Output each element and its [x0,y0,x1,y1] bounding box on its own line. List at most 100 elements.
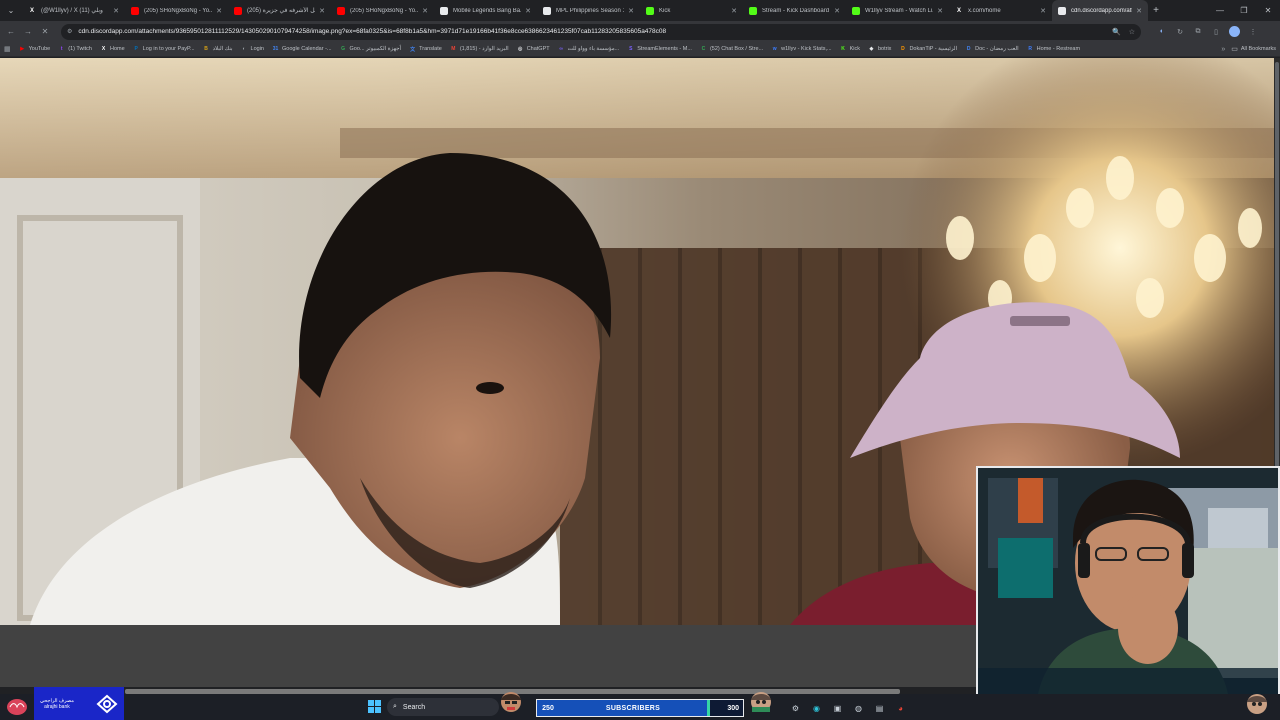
zoom-icon[interactable]: 🔍 [1112,28,1121,36]
app-icon[interactable]: ⚙ [785,699,806,717]
bookmark-item[interactable]: D DokanTiP - الرئيسية [899,46,957,53]
back-icon[interactable]: ← [4,25,18,39]
bookmark-item[interactable]: w w1llyv - Kick Stats,... [771,46,832,53]
bookmark-item[interactable]: t (1) Twitch [58,46,92,53]
webcam-overlay [976,466,1280,696]
bookmark-item[interactable]: C (52) Chat Box / Stre... [700,46,764,53]
maximize-icon[interactable]: ❐ [1232,0,1256,21]
menu-icon[interactable]: ⋮ [1244,25,1262,39]
bookmark-item[interactable]: ◆ botrix [868,46,892,53]
bookmark-item[interactable]: ▶ YouTube [19,46,51,53]
bookmark-item[interactable]: R Home - Restream [1027,46,1080,53]
close-tab-icon[interactable]: ✕ [628,7,634,15]
app-icon[interactable]: ▣ [827,699,848,717]
bookmark-item[interactable]: M البريد الوارد - (1,815) [450,46,509,53]
app-icon[interactable]: ▤ [869,699,890,717]
browser-tab[interactable]: Mobile Legends Bang Ba... ✕ [434,0,537,21]
side-panel-icon[interactable]: ▯ [1207,25,1225,39]
bookmark-favicon-icon: ∞ [559,46,563,52]
close-window-icon[interactable]: ✕ [1256,0,1280,21]
bookmark-favicon-icon: ◆ [869,46,874,52]
discord-icon [1058,6,1066,15]
all-bookmarks[interactable]: ▭ All Bookmarks [1231,45,1276,53]
bookmark-label: البريد الوارد - (1,815) [459,46,509,52]
all-bookmarks-label: All Bookmarks [1240,46,1276,52]
close-tab-icon[interactable]: ✕ [937,7,943,15]
browser-tab[interactable]: W1llyv Stream - Watch Li... ✕ [846,0,949,21]
bookmark-favicon-icon: P [134,46,138,52]
apps-grid-icon[interactable]: ▦ [4,45,11,53]
tab-title: Mobile Legends Bang Ba... [453,7,522,14]
bookmark-favicon-icon: B [204,46,208,52]
browser-tab[interactable]: (205) SHoNgxBoNg - Yo... ✕ [125,0,228,21]
bookmark-label: w1llyv - Kick Stats,... [781,46,832,52]
bookmark-item[interactable]: P Log in to your PayP... [133,46,195,53]
browser-tab[interactable]: (205) SHoNgxBoNg - Yo... ✕ [331,0,434,21]
windows-start-icon[interactable] [368,700,381,713]
tab-title: MPL Philippines Season 1... [556,7,625,14]
bookmark-item[interactable]: D Doc - العب رمضان [965,46,1019,53]
bookmark-item[interactable]: X Home [100,46,125,53]
bookmark-item[interactable]: G Goo... أجهزة الكمبيوتر [340,46,401,53]
chevron-right-icon[interactable]: » [1221,46,1225,53]
extension-icon[interactable]: ◐ [1153,25,1171,39]
bookmark-label: Doc - العب رمضان [975,46,1019,52]
close-tab-icon[interactable]: ✕ [113,7,119,15]
bookmark-item[interactable]: 文 Translate [409,46,442,53]
tab-strip: ⌄ X (@W1llyv) / X (11) وبلي ✕ (205) SHoNgxB… [0,0,1280,21]
edge-icon[interactable]: ◉ [806,699,827,717]
browser-tab[interactable]: MPL Philippines Season 1... ✕ [537,0,640,21]
bookmark-item[interactable]: S StreamElements - M... [627,46,692,53]
close-tab-icon[interactable]: ✕ [731,7,737,15]
bookmark-label: Google Calendar -... [281,46,332,52]
bookmark-label: بنك البلاد [212,46,233,52]
youtube-icon [234,6,242,15]
bookmark-label: Kick [849,46,860,52]
bookmark-label: (1) Twitch [68,46,92,52]
chrome-icon[interactable]: ◕ [890,699,911,717]
app-icon[interactable]: ◍ [848,699,869,717]
close-tab-icon[interactable]: ✕ [422,7,428,15]
close-tab-icon[interactable]: ✕ [1040,7,1046,15]
extension-icon[interactable]: ↻ [1171,25,1189,39]
close-tab-icon[interactable]: ✕ [319,7,325,15]
browser-tab[interactable]: Xx.com/home ✕ [949,0,1052,21]
taskbar-search[interactable]: ⌕ Search [387,698,499,716]
bookmark-item[interactable]: ∞ مؤسسة باء وواو للت... [558,46,619,53]
tab-title: x.com/home [968,7,1001,14]
forward-icon[interactable]: → [21,25,35,39]
browser-tab[interactable]: (205) كل الأشرفه في جزيرة ✕ [228,0,331,21]
new-tab-button[interactable]: + [1148,5,1164,16]
bookmark-star-icon[interactable]: ☆ [1129,28,1135,36]
address-bar[interactable]: ⚙ cdn.discordapp.com/attachments/9365950… [61,23,1141,40]
bookmark-favicon-icon: 31 [272,46,279,52]
profile-avatar[interactable] [1229,26,1240,37]
browser-toolbar: ← → ✕ ⚙ cdn.discordapp.com/attachments/9… [0,21,1280,42]
bookmark-item[interactable]: ◎ ChatGPT [517,46,550,53]
bookmark-label: YouTube [28,46,51,52]
close-tab-icon[interactable]: ✕ [834,7,840,15]
bookmark-item[interactable]: ◐ Login [241,46,264,53]
minimize-icon[interactable]: — [1208,0,1232,21]
browser-tab[interactable]: cdn.discordapp.com/atta... ✕ [1052,0,1148,21]
browser-tab[interactable]: Kick ✕ [640,0,743,21]
alrajhi-bank-widget[interactable]: مصرف الراجحي alrajhi bank [34,687,124,720]
subscriber-goal-bar: 250 SUBSCRIBERS 300 [536,699,744,717]
subs-label: SUBSCRIBERS [605,704,661,712]
close-tab-icon[interactable]: ✕ [1136,7,1142,15]
bookmark-item[interactable]: 31 Google Calendar -... [272,46,332,53]
stop-loading-icon[interactable]: ✕ [38,25,52,39]
site-info-icon[interactable]: ⚙ [67,28,72,35]
browser-tab[interactable]: Stream - Kick Dashboard ✕ [743,0,846,21]
bookmark-favicon-icon: t [60,46,63,52]
subs-current: 250 [542,704,554,712]
bookmark-item[interactable]: K Kick [840,46,860,53]
kick-icon [852,6,860,15]
close-tab-icon[interactable]: ✕ [216,7,222,15]
close-tab-icon[interactable]: ✕ [525,7,531,15]
tab-search-icon[interactable]: ⌄ [0,0,22,21]
browser-tab[interactable]: X (@W1llyv) / X (11) وبلي ✕ [22,0,125,21]
bookmark-favicon-icon: K [841,46,845,52]
extensions-puzzle-icon[interactable]: ⧉ [1189,25,1207,39]
bookmark-item[interactable]: B بنك البلاد [203,46,233,53]
